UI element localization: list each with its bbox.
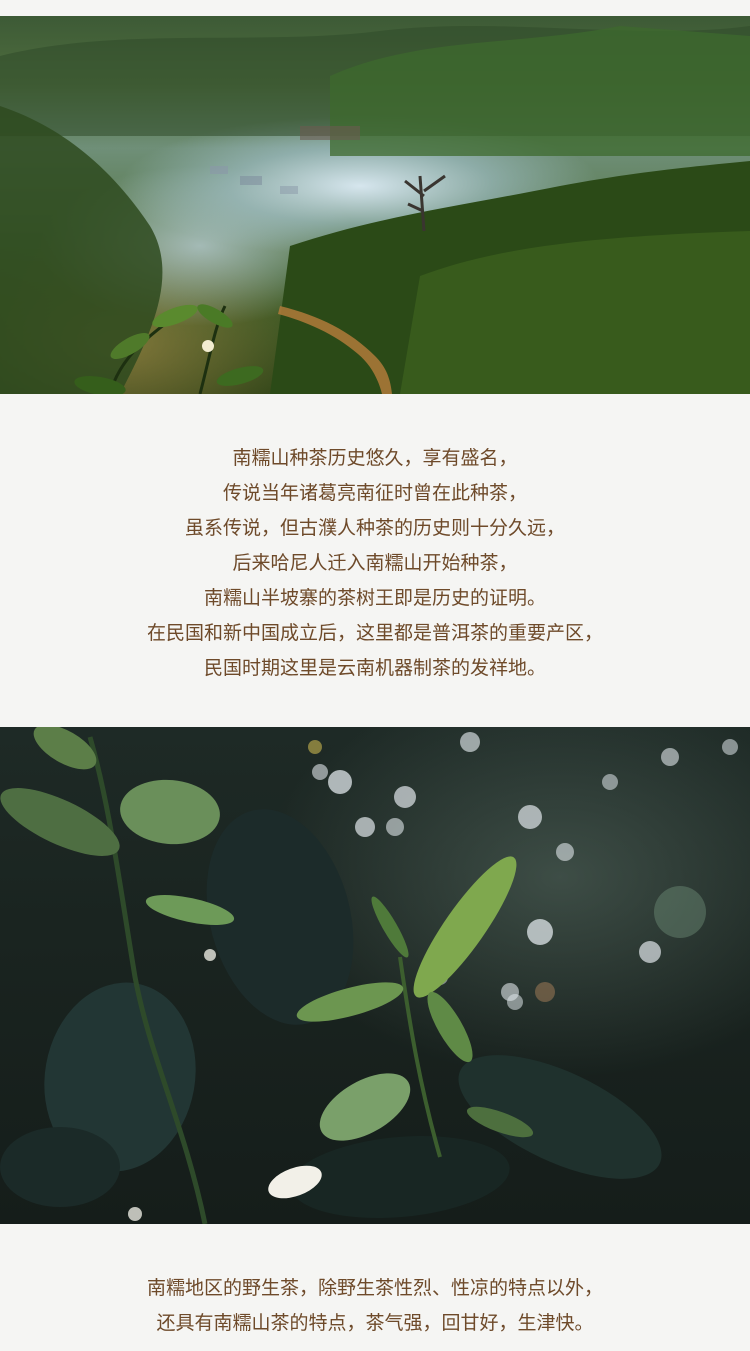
leaves-photo-drawing (0, 727, 738, 1224)
mountain-photo-drawing (0, 26, 750, 394)
history-line: 南糯山半坡寨的茶树王即是历史的证明。 (203, 587, 546, 609)
history-line: 民国时期这里是云南机器制茶的发祥地。 (203, 657, 546, 679)
history-line: 南糯山种茶历史悠久，享有盛名， (232, 447, 518, 469)
misty-mountain-village-photo (0, 16, 750, 394)
wild-tea-line: 南糯地区的野生茶，除野生茶性烈、性凉的特点以外， (146, 1277, 603, 1299)
history-line: 虽系传说，但古濮人种茶的历史则十分久远， (184, 517, 565, 539)
tea-leaves-photo (0, 727, 750, 1224)
product-detail-page: 南糯山种茶历史悠久，享有盛名， 传说当年诸葛亮南征时曾在此种茶， 虽系传说，但古… (0, 0, 750, 1351)
wild-tea-paragraph: 南糯地区的野生茶，除野生茶性烈、性凉的特点以外， 还具有南糯山茶的特点，茶气强，… (0, 1271, 750, 1341)
top-band (0, 0, 750, 16)
wild-tea-line: 还具有南糯山茶的特点，茶气强，回甘好，生津快。 (156, 1312, 594, 1334)
history-line: 传说当年诸葛亮南征时曾在此种茶， (222, 482, 527, 504)
history-line: 在民国和新中国成立后，这里都是普洱茶的重要产区， (146, 622, 603, 644)
history-line: 后来哈尼人迁入南糯山开始种茶， (232, 552, 518, 574)
history-paragraph: 南糯山种茶历史悠久，享有盛名， 传说当年诸葛亮南征时曾在此种茶， 虽系传说，但古… (0, 441, 750, 686)
